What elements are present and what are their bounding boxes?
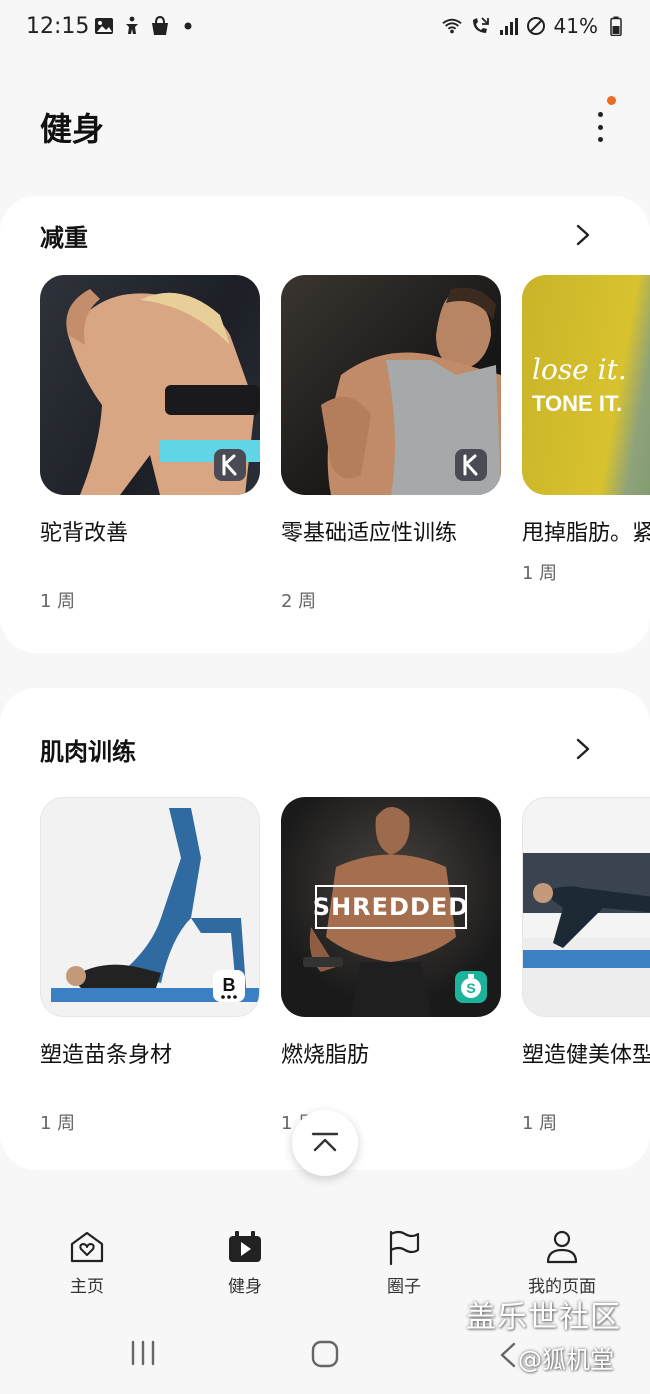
signal-icon (499, 18, 518, 35)
program-duration: 2 周 (281, 591, 317, 612)
program-card[interactable]: SHREDDED S 燃烧脂肪 1 周 (281, 797, 501, 1135)
program-duration: 1 周 (522, 1113, 558, 1134)
program-card[interactable]: 零基础适应性训练 2 周 (281, 275, 501, 613)
program-list: B 塑造苗条身材 1 周 SHREDDED S 燃烧脂肪 1 塑造健美体型 1 … (40, 797, 650, 1135)
program-duration: 1 周 (40, 591, 76, 612)
svg-text:S: S (466, 980, 475, 996)
recent-apps-icon[interactable] (130, 1340, 156, 1366)
program-card[interactable]: 塑造健美体型 1 周 (522, 797, 650, 1135)
dot-icon (184, 22, 192, 30)
accessibility-icon (126, 16, 138, 34)
program-thumbnail (522, 797, 650, 1017)
status-bar: 12:15 41% (0, 0, 650, 58)
status-time: 12:15 (26, 14, 90, 39)
flag-icon (389, 1230, 420, 1266)
program-title: 甩掉脂肪。紧实肌肉! (522, 521, 650, 546)
program-card[interactable]: B 塑造苗条身材 1 周 (40, 797, 260, 1135)
muscle-training-section: 肌肉训练 B 塑造苗条身材 1 周 SHREDDED S 燃烧脂肪 1 塑造健美… (0, 688, 650, 1170)
scroll-up-icon (311, 1132, 339, 1152)
section-title: 减重 (40, 223, 88, 252)
battery-percent: 41% (553, 14, 598, 38)
home-heart-icon (70, 1231, 104, 1263)
nav-item-home[interactable]: 主页 (22, 1228, 152, 1297)
program-title: 塑造苗条身材 (40, 1043, 173, 1068)
back-icon[interactable] (498, 1342, 518, 1368)
program-title: 塑造健美体型 (522, 1043, 650, 1068)
person-icon (546, 1230, 578, 1264)
svg-text:B: B (223, 975, 236, 995)
notification-dot (607, 96, 616, 105)
more-vert-icon (597, 112, 603, 117)
gallery-icon (95, 18, 113, 34)
program-title: 零基础适应性训练 (281, 521, 458, 546)
image-text-shredded: SHREDDED (313, 885, 468, 929)
chevron-right-icon[interactable] (572, 224, 594, 246)
nav-label: 健身 (228, 1277, 262, 1297)
watermark: 盖乐世社区 (466, 1300, 621, 1335)
program-thumbnail: SHREDDED S (281, 797, 501, 1017)
section-header[interactable]: 减重 (40, 210, 594, 260)
weight-loss-section: 减重 驼背改善 1 周 零基础适应性训练 2 周 lose it. TONE I… (0, 196, 650, 653)
shopping-bag-icon (152, 16, 168, 35)
program-card[interactable]: lose it. TONE IT. 甩掉脂肪。紧实肌肉! 1 周 (522, 275, 650, 613)
nav-item-my-page[interactable]: 我的页面 (497, 1228, 627, 1297)
nav-item-fitness[interactable]: 健身 (180, 1228, 310, 1297)
program-duration: 1 周 (522, 563, 558, 584)
program-duration: 1 周 (40, 1113, 76, 1134)
section-header[interactable]: 肌肉训练 (40, 724, 594, 774)
status-right-icons: 41% (441, 14, 626, 38)
fitness-play-icon (229, 1231, 261, 1262)
chevron-right-icon[interactable] (572, 738, 594, 760)
plank-pose-illustration (523, 853, 650, 1016)
program-thumbnail (281, 275, 501, 495)
app-header: 健身 (0, 86, 650, 166)
page-title: 健身 (40, 110, 105, 148)
section-title: 肌肉训练 (40, 737, 136, 766)
scroll-to-top-button[interactable] (292, 1110, 358, 1176)
nav-item-together[interactable]: 圈子 (339, 1228, 469, 1297)
b-icon: B (213, 970, 245, 1002)
program-card[interactable]: 驼背改善 1 周 (40, 275, 260, 613)
program-title: 驼背改善 (40, 521, 129, 546)
home-button-icon[interactable] (311, 1340, 339, 1368)
status-left-icons (94, 16, 198, 36)
watermark-handle: @狐机堂 (518, 1346, 614, 1374)
battery-icon (610, 16, 622, 36)
s-icon: S (455, 971, 487, 1003)
program-thumbnail: B (40, 797, 260, 1017)
program-list: 驼背改善 1 周 零基础适应性训练 2 周 lose it. TONE IT. … (40, 275, 650, 613)
do-not-disturb-icon (526, 17, 545, 35)
nav-label: 圈子 (387, 1277, 421, 1297)
image-text-tone-it: TONE IT. (532, 391, 623, 416)
k-icon (455, 449, 487, 481)
program-title: 燃烧脂肪 (281, 1043, 370, 1068)
nav-label: 主页 (70, 1277, 104, 1297)
program-thumbnail (40, 275, 260, 495)
more-options-button[interactable] (590, 110, 610, 144)
wifi-icon (441, 18, 462, 34)
image-text-lose-it: lose it. (532, 353, 627, 386)
call-forward-icon (472, 17, 489, 33)
program-thumbnail: lose it. TONE IT. (522, 275, 650, 495)
k-icon (214, 449, 246, 481)
